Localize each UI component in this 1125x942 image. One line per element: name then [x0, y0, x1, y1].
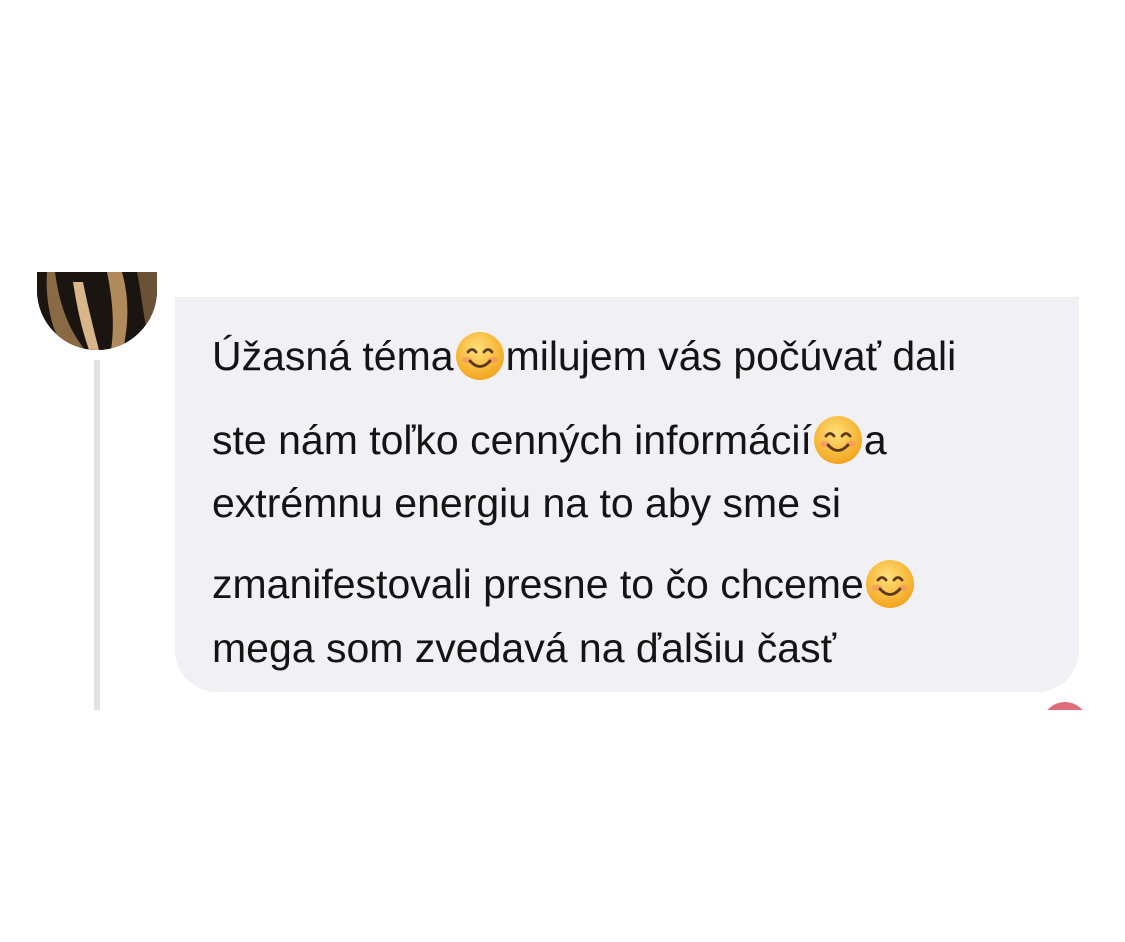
comment-text: Úžasná téma: [212, 333, 454, 379]
comment-text: extrémnu energiu na to aby sme si: [212, 480, 841, 526]
comment-text: mega som zvedavá na ďalšiu časť: [212, 625, 836, 671]
comment-line-2: ste nám toľko cenných informácií a: [212, 414, 887, 466]
comment-line-4: zmanifestovali presne to čo chceme: [212, 558, 916, 610]
smiling-face-icon: [865, 560, 914, 608]
comment-text: milujem vás počúvať dali: [505, 333, 957, 379]
comment-line-3: extrémnu energiu na to aby sme si: [212, 479, 841, 527]
thread-line: [94, 360, 100, 710]
smiling-face-icon: [813, 416, 862, 464]
avatar[interactable]: [37, 272, 157, 350]
comment-text: a: [863, 417, 887, 463]
comment-text: ste nám toľko cenných informácií: [212, 417, 812, 463]
smiling-face-icon: [455, 332, 504, 380]
comment-text: zmanifestovali presne to čo chceme: [212, 561, 864, 607]
comment-line-1: Úžasná téma milujem vás počúvať dali: [212, 330, 956, 382]
comment-line-5: mega som zvedavá na ďalšiu časť: [212, 624, 836, 672]
reaction-crop: [1000, 710, 1125, 770]
